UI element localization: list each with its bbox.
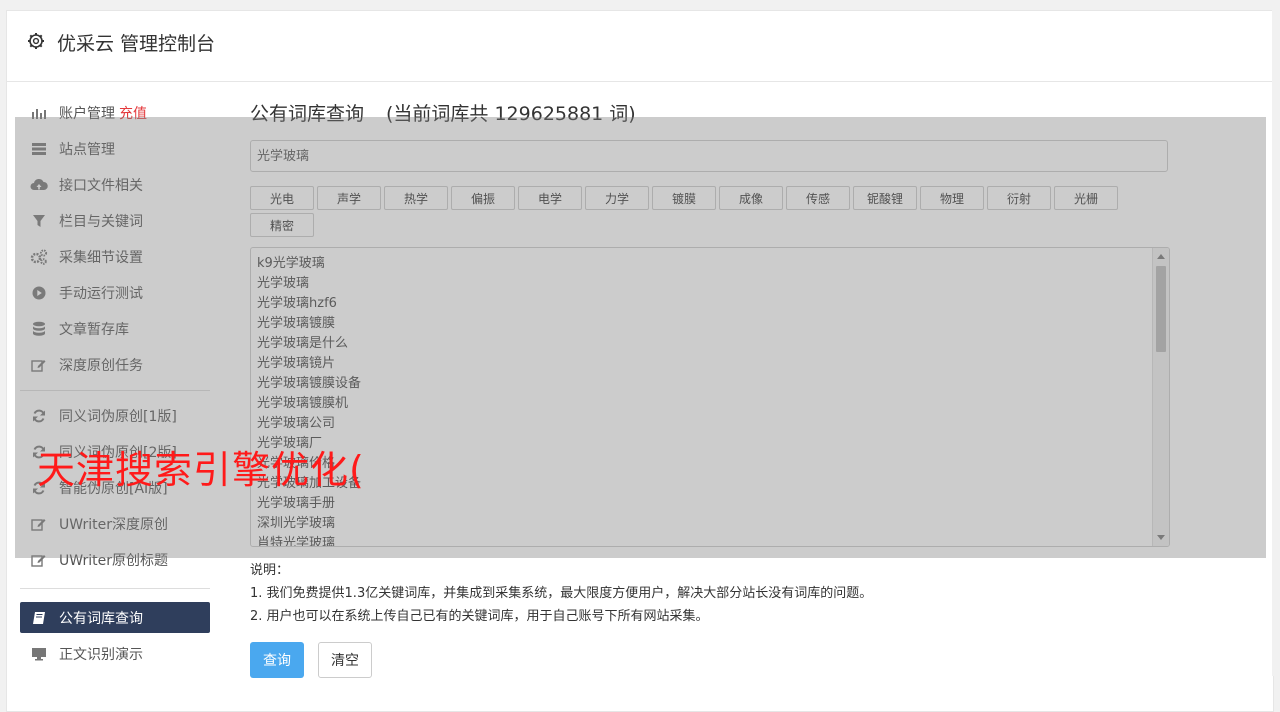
- sidebar-item-label: 正文识别演示: [59, 647, 143, 663]
- clear-button[interactable]: 清空: [318, 642, 372, 678]
- sidebar-divider: [20, 588, 210, 589]
- book-icon: [30, 610, 48, 626]
- sidebar-item-label: 公有词库查询: [59, 610, 143, 627]
- gear-icon: [27, 32, 45, 50]
- header: 优采云 管理控制台: [7, 11, 1273, 82]
- query-button[interactable]: 查询: [250, 642, 304, 678]
- note-line: 2. 用户也可以在系统上传自己已有的关键词库，用于自己账号下所有网站采集。: [250, 609, 709, 624]
- watermark-text: 天津搜索引擎优化(: [37, 448, 365, 492]
- monitor-icon: [30, 646, 48, 662]
- notes: 说明： 1. 我们免费提供1.3亿关键词库，并集成到采集系统，最大限度方便用户，…: [250, 559, 1170, 628]
- action-buttons: 查询 清空: [250, 642, 1170, 678]
- sidebar-item-text-recognition[interactable]: 正文识别演示: [20, 636, 210, 672]
- notes-title: 说明：: [250, 563, 290, 578]
- page-scrollbar[interactable]: [1272, 0, 1280, 676]
- note-line: 1. 我们免费提供1.3亿关键词库，并集成到采集系统，最大限度方便用户，解决大部…: [250, 586, 873, 601]
- page-title: 优采云 管理控制台: [57, 33, 216, 55]
- sidebar-item-public-lexicon[interactable]: 公有词库查询: [20, 602, 210, 633]
